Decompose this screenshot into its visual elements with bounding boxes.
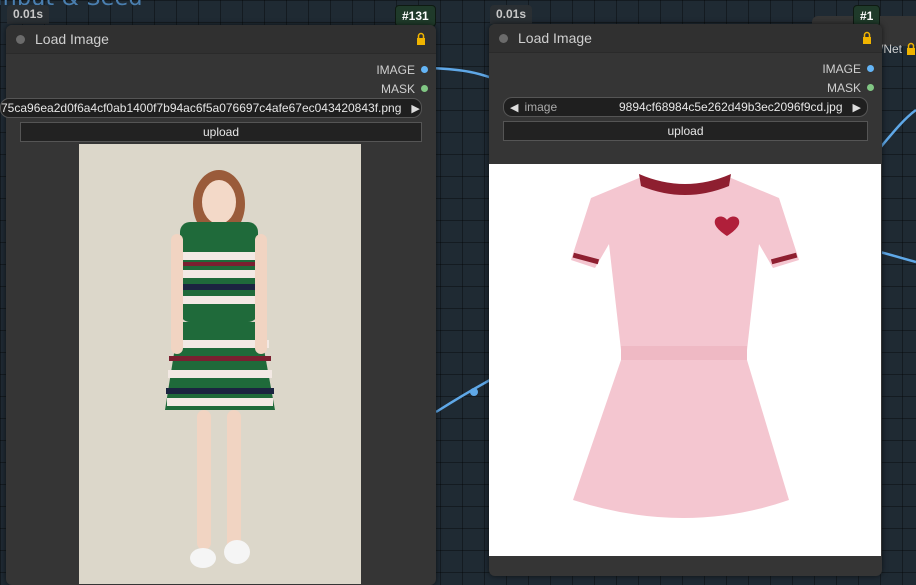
combo-next-arrow-icon[interactable]: ▶ <box>847 101 867 114</box>
node-header[interactable]: Load Image <box>489 24 882 53</box>
node-timing: 0.01s <box>490 5 533 24</box>
combo-value: 75ca96ea2d0f6a4cf0ab1400f7b94ac6f5a07669… <box>1 101 402 115</box>
collapse-dot-icon[interactable] <box>499 33 508 43</box>
load-image-node-1[interactable]: Load Image IMAGE MASK ◀ image 9894cf6898… <box>489 24 882 576</box>
preview-photo-girl-striped-dress <box>79 144 361 584</box>
upload-button[interactable]: upload <box>20 122 422 142</box>
load-image-node-131[interactable]: Load Image IMAGE MASK 75ca96ea2d0f6a4cf0… <box>0 25 436 585</box>
node-title: Load Image <box>518 30 592 46</box>
node-timing: 0.01s <box>7 5 50 24</box>
image-combo[interactable]: ◀ image 9894cf68984c5e262d49b3ec2096f9cd… <box>503 97 868 117</box>
output-image[interactable]: IMAGE <box>489 59 874 78</box>
lock-icon[interactable] <box>906 42 916 56</box>
upload-button[interactable]: upload <box>503 121 868 141</box>
lock-icon[interactable] <box>416 32 426 46</box>
output-mask[interactable]: MASK <box>6 79 428 98</box>
node-id-badge: #131 <box>395 5 436 27</box>
output-mask-slot-icon[interactable] <box>421 85 428 92</box>
node-header[interactable]: Load Image <box>6 25 436 54</box>
offscreen-node-title: /Net <box>880 42 903 56</box>
preview-photo-pink-dress <box>489 164 881 556</box>
image-preview <box>489 164 881 556</box>
image-combo[interactable]: 75ca96ea2d0f6a4cf0ab1400f7b94ac6f5a07669… <box>0 98 422 118</box>
output-mask[interactable]: MASK <box>489 78 874 97</box>
image-preview <box>79 144 361 584</box>
collapse-dot-icon[interactable] <box>16 34 25 44</box>
combo-next-arrow-icon[interactable]: ▶ <box>405 102 421 115</box>
output-image-slot-icon[interactable] <box>421 66 428 73</box>
combo-label: image <box>524 100 558 114</box>
combo-prev-arrow-icon[interactable]: ◀ <box>504 101 524 114</box>
output-image[interactable]: IMAGE <box>6 60 428 79</box>
node-title: Load Image <box>35 31 109 47</box>
lock-icon[interactable] <box>862 31 872 45</box>
output-image-slot-icon[interactable] <box>867 65 874 72</box>
combo-value: 9894cf68984c5e262d49b3ec2096f9cd.jpg <box>618 100 843 114</box>
output-mask-slot-icon[interactable] <box>867 84 874 91</box>
